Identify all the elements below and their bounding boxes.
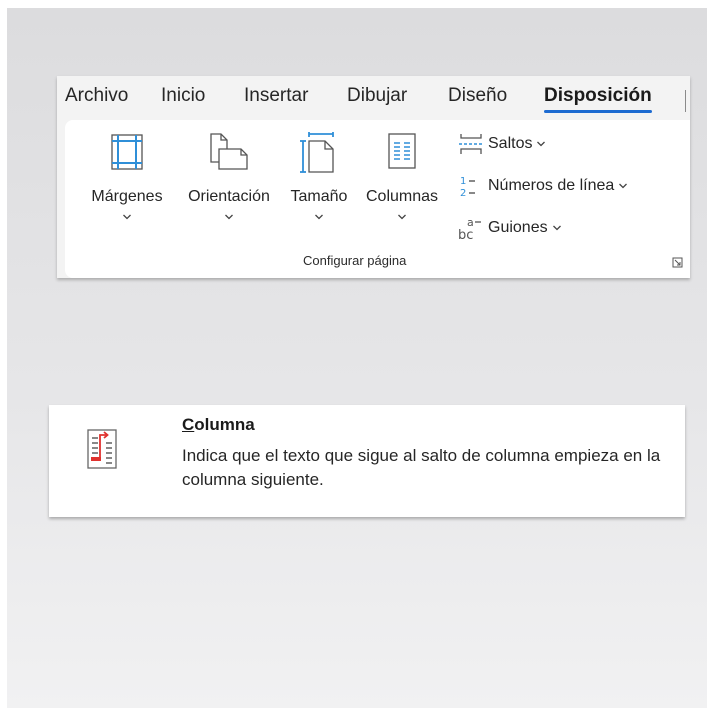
breaks-button[interactable]: Saltos xyxy=(458,131,546,157)
svg-text:2: 2 xyxy=(460,188,466,198)
breaks-label: Saltos xyxy=(488,135,533,152)
svg-text:bc: bc xyxy=(458,228,473,240)
tab-divider xyxy=(685,90,686,112)
tab-diseno[interactable]: Diseño xyxy=(448,85,507,107)
ribbon: Archivo Inicio Insertar Dibujar Diseño D… xyxy=(57,76,690,278)
line-numbers-label: Números de línea xyxy=(488,177,615,194)
tooltip-description: Indica que el texto que sigue al salto d… xyxy=(182,446,661,489)
tooltip: Columna Indica que el texto que sigue al… xyxy=(49,405,685,517)
tab-insertar[interactable]: Insertar xyxy=(244,85,308,107)
orientation-button[interactable]: Orientación xyxy=(175,132,283,244)
chevron-down-icon xyxy=(122,208,132,226)
column-break-icon xyxy=(87,429,117,474)
ribbon-panel: Márgenes Orientación Tamaño Columnas Sal… xyxy=(65,120,690,278)
hyphenation-icon: a bc xyxy=(458,216,488,240)
columns-button[interactable]: Columnas xyxy=(357,132,447,244)
tab-inicio[interactable]: Inicio xyxy=(161,85,205,107)
background: Archivo Inicio Insertar Dibujar Diseño D… xyxy=(7,8,707,708)
line-numbers-icon: 1 2 xyxy=(458,174,488,198)
svg-text:1: 1 xyxy=(460,176,466,187)
hyphenation-label: Guiones xyxy=(488,219,548,236)
tooltip-title: Columna xyxy=(182,415,255,435)
chevron-down-icon xyxy=(536,135,546,153)
chevron-down-icon xyxy=(618,177,628,195)
orientation-label: Orientación xyxy=(188,188,270,205)
chevron-down-icon xyxy=(552,219,562,237)
dialog-launcher-icon[interactable] xyxy=(672,255,683,273)
tab-disposicion[interactable]: Disposición xyxy=(544,85,652,113)
chevron-down-icon xyxy=(314,208,324,226)
columns-icon xyxy=(387,132,417,182)
tab-dibujar[interactable]: Dibujar xyxy=(347,85,407,107)
margins-label: Márgenes xyxy=(91,188,163,205)
orientation-icon xyxy=(207,132,251,182)
hyphenation-button[interactable]: a bc Guiones xyxy=(458,215,562,241)
size-icon xyxy=(299,132,339,182)
tooltip-title-rest: olumna xyxy=(194,415,255,434)
breaks-icon xyxy=(458,132,488,156)
columns-label: Columnas xyxy=(365,188,439,205)
margins-icon xyxy=(109,132,145,182)
tab-archivo[interactable]: Archivo xyxy=(65,85,128,107)
margins-button[interactable]: Márgenes xyxy=(79,132,175,244)
line-numbers-button[interactable]: 1 2 Números de línea xyxy=(458,173,628,199)
ribbon-tabs: Archivo Inicio Insertar Dibujar Diseño D… xyxy=(57,76,690,120)
chevron-down-icon xyxy=(224,208,234,226)
size-button[interactable]: Tamaño xyxy=(283,132,355,244)
chevron-down-icon xyxy=(397,208,407,226)
tooltip-title-accelerator: C xyxy=(182,415,195,434)
group-label: Configurar página xyxy=(303,253,407,268)
size-label: Tamaño xyxy=(290,188,348,205)
